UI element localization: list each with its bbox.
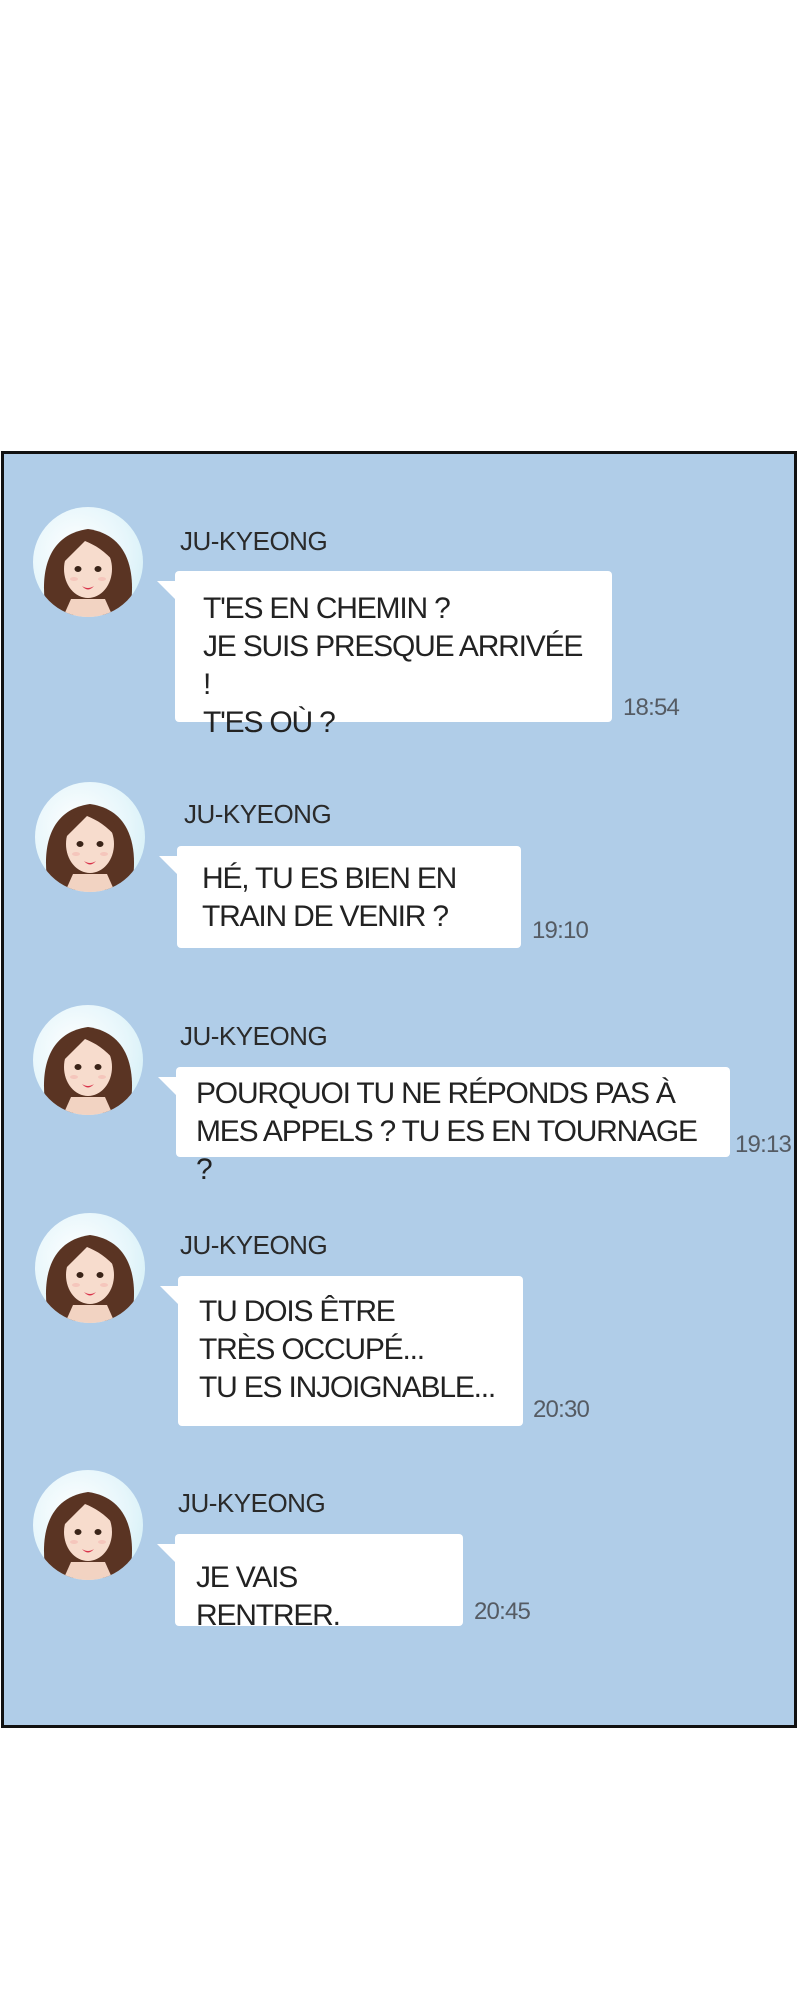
message-timestamp: 20:45 (474, 1598, 531, 1625)
sender-name: JU-KYEONG (180, 1021, 328, 1051)
profile-avatar-icon[interactable] (35, 1213, 145, 1323)
message-timestamp: 19:10 (532, 917, 589, 944)
message-bubble[interactable]: HÉ, TU ES BIEN EN TRAIN DE VENIR ? (159, 846, 521, 948)
message-timestamp: 19:13 (735, 1131, 792, 1158)
profile-avatar-icon[interactable] (35, 782, 145, 892)
message-bubble[interactable]: JE VAIS RENTRER. (157, 1534, 463, 1632)
profile-avatar-icon[interactable] (33, 1470, 143, 1580)
message-timestamp: 18:54 (623, 694, 680, 721)
sender-name: JU-KYEONG (180, 526, 328, 556)
profile-avatar-icon[interactable] (33, 1005, 143, 1115)
message-timestamp: 20:30 (533, 1396, 590, 1423)
profile-avatar-icon[interactable] (33, 507, 143, 617)
sender-name: JU-KYEONG (178, 1488, 326, 1518)
message-bubble[interactable]: TU DOIS ÊTRE TRÈS OCCUPÉ... TU ES INJOIG… (160, 1276, 523, 1426)
chat-panel: JU-KYEONG T'ES EN CHEMIN ? JE SUIS PRESQ… (1, 451, 797, 1728)
sender-name: JU-KYEONG (180, 1230, 328, 1260)
sender-name: JU-KYEONG (184, 799, 332, 829)
message-bubble[interactable]: POURQUOI TU NE RÉPONDS PAS À MES APPELS … (158, 1067, 730, 1186)
message-bubble[interactable]: T'ES EN CHEMIN ? JE SUIS PRESQUE ARRIVÉE… (157, 571, 612, 739)
